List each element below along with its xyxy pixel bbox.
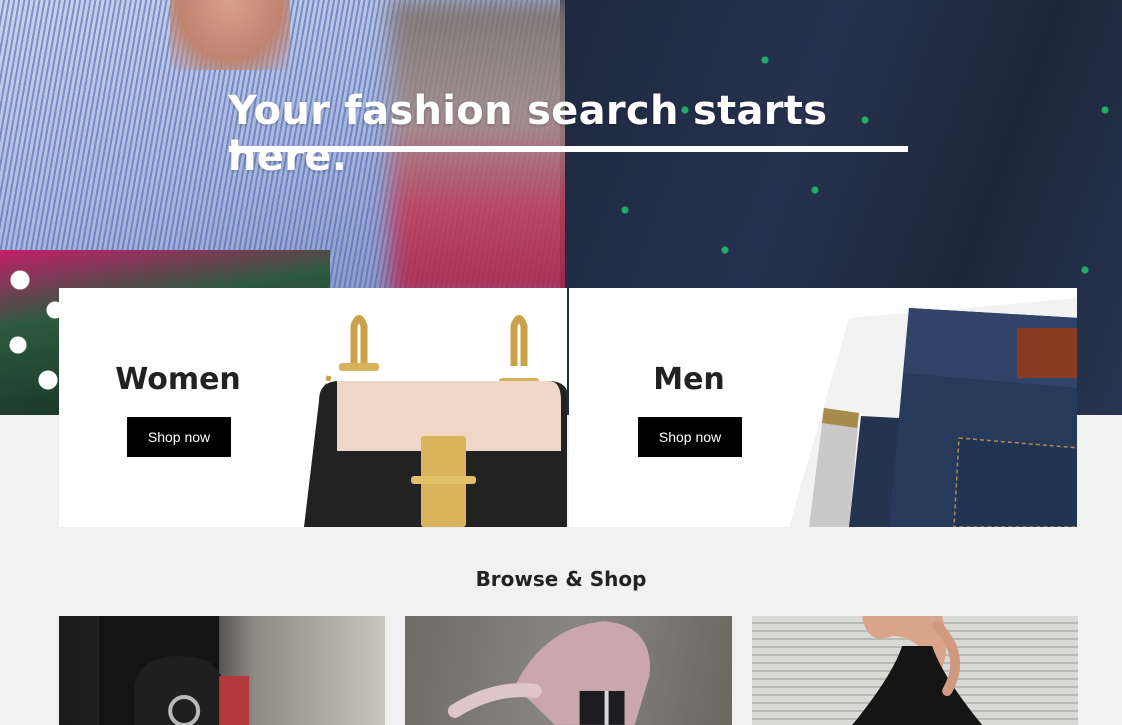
women-shop-now-button[interactable]: Shop now <box>127 417 231 457</box>
black-dress-image[interactable] <box>751 616 1078 725</box>
street-style-pink-jacket-image[interactable] <box>405 616 732 725</box>
street-style-handbag-image[interactable] <box>59 616 386 725</box>
browse-tiles <box>59 616 1078 725</box>
hero-skin-area <box>170 0 290 70</box>
handbag-image <box>304 315 567 527</box>
page: Your fashion search starts here. Women S… <box>0 0 1122 725</box>
men-card-title: Men <box>653 362 725 397</box>
hero-title: Your fashion search starts here. <box>228 88 828 180</box>
pink-jacket-figure-icon <box>448 621 651 725</box>
jeans-image <box>789 298 1077 527</box>
category-cards: Women Shop now Men Shop now <box>59 288 1077 527</box>
black-dress-figure-icon <box>851 616 982 725</box>
men-category-card[interactable]: Men Shop now <box>569 288 1077 527</box>
women-card-title: Women <box>115 362 241 397</box>
browse-shop-title: Browse & Shop <box>475 567 647 591</box>
women-category-card[interactable]: Women Shop now <box>59 288 567 527</box>
handbag-figure-icon <box>99 616 250 725</box>
hero-title-underline <box>229 146 908 152</box>
men-shop-now-button[interactable]: Shop now <box>638 417 742 457</box>
